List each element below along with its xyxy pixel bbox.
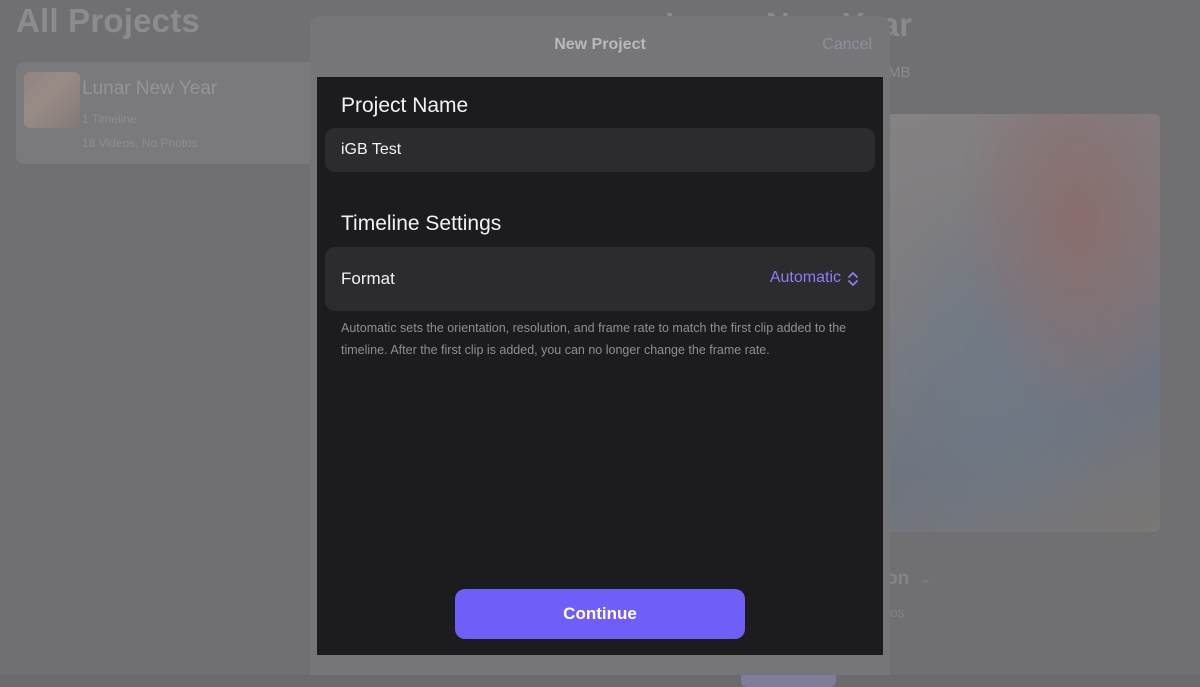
continue-button[interactable]: Continue bbox=[455, 589, 745, 639]
project-name-field[interactable] bbox=[325, 128, 875, 172]
project-card-details: 18 Videos, No Photos bbox=[82, 136, 198, 150]
project-card: Lunar New Year 1 Timeline 18 Videos, No … bbox=[16, 62, 336, 164]
sheet-title: New Project bbox=[554, 36, 646, 53]
timeline-settings-heading: Timeline Settings bbox=[341, 212, 502, 235]
format-help-text: Automatic sets the orientation, resoluti… bbox=[341, 321, 847, 357]
project-card-subtitle: 1 Timeline bbox=[82, 112, 137, 126]
project-name-heading: Project Name bbox=[341, 94, 469, 117]
project-thumbnail bbox=[24, 72, 80, 128]
sheet-header: New Project Cancel bbox=[310, 16, 890, 76]
project-name-input[interactable] bbox=[341, 128, 851, 172]
all-projects-title: All Projects bbox=[16, 2, 200, 39]
format-value[interactable]: Automatic bbox=[770, 269, 841, 287]
format-label: Format bbox=[341, 269, 395, 288]
chevron-down-icon: ⌄ bbox=[920, 570, 932, 586]
format-selector[interactable]: Format Automatic bbox=[325, 247, 875, 311]
detail-meta: MB bbox=[888, 64, 911, 81]
new-project-form: Project Name Timeline Settings Format Au… bbox=[317, 77, 883, 655]
project-card-title: Lunar New Year bbox=[82, 78, 218, 99]
cancel-button[interactable]: Cancel bbox=[822, 36, 872, 54]
detail-photo bbox=[886, 114, 1160, 532]
chevron-up-down-icon bbox=[848, 272, 858, 286]
